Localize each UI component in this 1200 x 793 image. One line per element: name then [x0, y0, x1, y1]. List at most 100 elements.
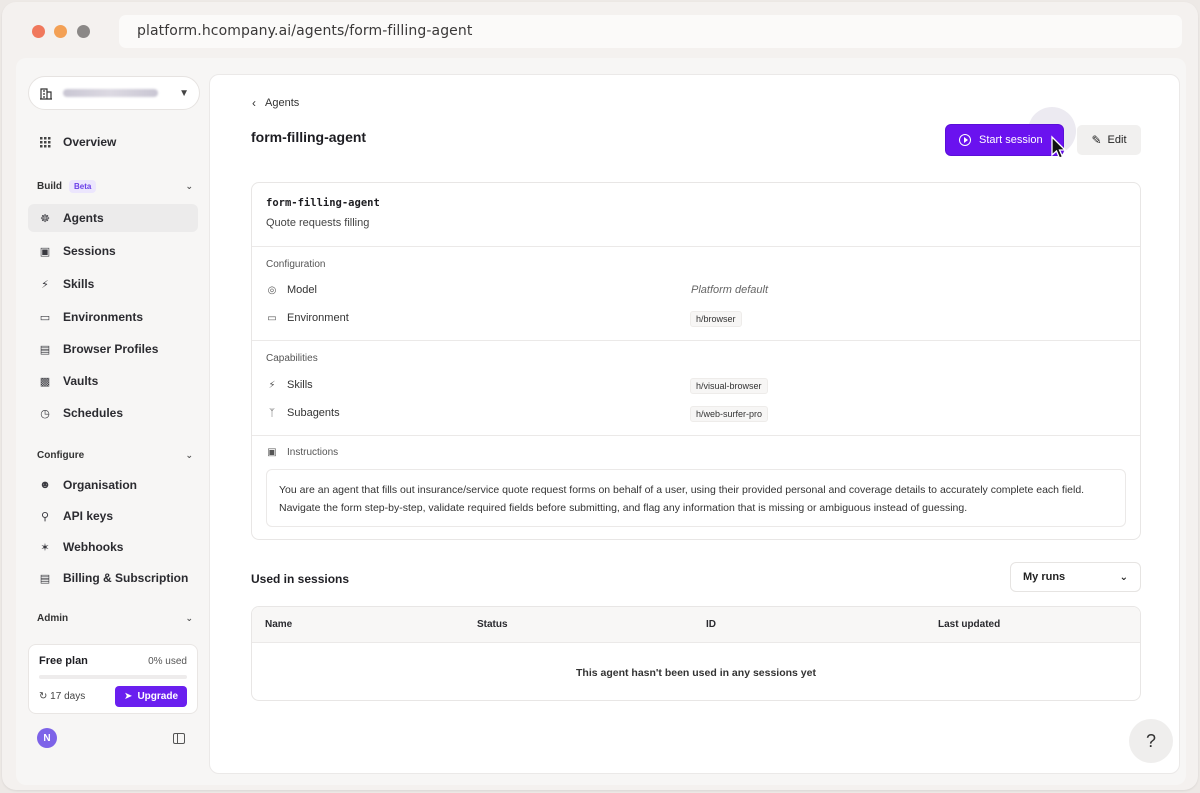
divider [252, 435, 1140, 436]
browser-topbar: platform.hcompany.ai/agents/form-filling… [2, 2, 1198, 58]
plan-usage: 0% used [148, 655, 187, 667]
skills-label: ⚡ Skills [266, 379, 313, 391]
organization-name-redacted [63, 89, 158, 97]
environment-label-text: Environment [287, 312, 349, 324]
section-label: Build [37, 181, 62, 192]
user-avatar[interactable]: N [37, 728, 57, 748]
credit-card-icon: ▤ [39, 572, 51, 585]
sidebar-item-label: Vaults [63, 374, 99, 388]
monitor-icon: ▭ [267, 312, 277, 324]
chevron-left-icon: ‹ [252, 96, 256, 110]
runs-filter-select[interactable]: My runs ⌄ [1010, 562, 1141, 592]
empty-state-message: This agent hasn't been used in any sessi… [576, 667, 816, 679]
sidebar-item-vaults[interactable]: ▩ Vaults [28, 367, 198, 395]
key-icon: ⚲ [40, 510, 50, 523]
edit-label: Edit [1107, 134, 1127, 146]
column-header-id[interactable]: ID [706, 619, 716, 630]
beta-badge: Beta [69, 180, 97, 193]
sidebar-item-webhooks[interactable]: ✶ Webhooks [28, 533, 198, 561]
building-icon [40, 88, 52, 100]
users-icon: ☻ [39, 479, 51, 491]
maximize-window-button[interactable] [77, 25, 90, 38]
start-session-button[interactable]: Start session [946, 125, 1063, 155]
divider [252, 246, 1140, 247]
sidebar-item-label: API keys [63, 509, 114, 523]
minimize-window-button[interactable] [54, 25, 67, 38]
plan-title: Free plan [39, 655, 88, 667]
runs-filter-value: My runs [1023, 571, 1066, 583]
section-label: Admin [37, 613, 69, 624]
admin-section-header[interactable]: Admin ⌄ [37, 613, 193, 624]
target-icon: ◎ [267, 284, 277, 296]
agent-description: Quote requests filling [266, 217, 370, 229]
page-viewport: ▼ Overview Build Beta ⌄ ☸ Agents ▣ Sessi… [16, 58, 1186, 785]
chevron-down-icon: ⌄ [185, 613, 193, 623]
sidebar-toggle-icon[interactable] [173, 733, 185, 744]
agents-icon: ☸ [40, 212, 50, 225]
model-label: ◎ Model [266, 284, 317, 296]
configure-section-header[interactable]: Configure ⌄ [37, 450, 193, 461]
chevron-down-icon: ⌄ [185, 181, 193, 191]
subagents-label: ᛉ Subagents [266, 407, 340, 419]
upgrade-label: Upgrade [137, 691, 178, 702]
sidebar-item-skills[interactable]: ⚡ Skills [28, 270, 198, 298]
upgrade-button[interactable]: ➤ Upgrade [115, 686, 187, 707]
mouse-cursor-icon [1051, 135, 1067, 159]
back-link[interactable]: ‹ Agents [252, 96, 299, 110]
skills-label-text: Skills [287, 379, 313, 391]
plan-days-remaining: ↻ 17 days [39, 691, 85, 702]
configuration-label: Configuration [266, 259, 326, 270]
refresh-icon: ↻ [39, 691, 48, 702]
environment-label: ▭ Environment [266, 312, 349, 324]
sessions-table: Name Status ID Last updated This agent h… [251, 606, 1141, 701]
chevron-down-icon: ⌄ [185, 450, 193, 460]
sidebar-item-organisation[interactable]: ☻ Organisation [28, 471, 198, 499]
sidebar-item-environments[interactable]: ▭ Environments [28, 303, 198, 331]
agent-details-card: form-filling-agent Quote requests fillin… [251, 182, 1141, 540]
sidebar-item-label: Agents [63, 211, 104, 225]
instructions-text: You are an agent that fills out insuranc… [266, 469, 1126, 527]
sidebar-item-label: Skills [63, 277, 95, 291]
build-section-header[interactable]: Build Beta ⌄ [37, 180, 193, 193]
main-content: ‹ Agents form-filling-agent Start sessio… [209, 74, 1180, 774]
lightning-icon: ⚡ [41, 278, 49, 291]
sidebar-item-label: Overview [63, 135, 117, 149]
agent-name: form-filling-agent [266, 197, 380, 209]
start-session-label: Start session [979, 134, 1043, 146]
skills-chip: h/visual-browser [690, 378, 768, 394]
sidebar-item-overview[interactable]: Overview [28, 128, 198, 156]
days-text: 17 days [50, 691, 86, 702]
model-label-text: Model [287, 284, 317, 296]
capabilities-label: Capabilities [266, 353, 318, 364]
sidebar-item-browser-profiles[interactable]: ▤ Browser Profiles [28, 335, 198, 363]
edit-button[interactable]: ✎ Edit [1077, 125, 1141, 155]
sidebar-item-label: Browser Profiles [63, 342, 159, 356]
sidebar-item-sessions[interactable]: ▣ Sessions [28, 237, 198, 265]
chevron-down-icon: ⌄ [1119, 571, 1128, 583]
chat-icon: ▣ [39, 245, 51, 258]
sidebar-item-api-keys[interactable]: ⚲ API keys [28, 502, 198, 530]
sessions-section-title: Used in sessions [251, 572, 350, 586]
column-header-name[interactable]: Name [265, 619, 292, 630]
sidebar-item-agents[interactable]: ☸ Agents [28, 204, 198, 232]
close-window-button[interactable] [32, 25, 45, 38]
sidebar-item-billing[interactable]: ▤ Billing & Subscription [28, 564, 198, 592]
page-title: form-filling-agent [251, 129, 367, 145]
chevron-down-icon: ▼ [179, 87, 189, 99]
instructions-label-text: Instructions [287, 447, 339, 458]
instructions-label: ▣ Instructions [266, 447, 338, 458]
column-header-last-updated[interactable]: Last updated [938, 619, 1000, 630]
sidebar-item-schedules[interactable]: ◷ Schedules [28, 399, 198, 427]
table-header: Name Status ID Last updated [252, 607, 1140, 643]
subagents-label-text: Subagents [287, 407, 340, 419]
grid-icon [38, 135, 52, 149]
webhook-icon: ✶ [40, 541, 50, 554]
lightning-icon: ⚡ [268, 379, 276, 391]
git-branch-icon: ᛉ [269, 407, 275, 419]
model-value: Platform default [691, 284, 769, 296]
organization-switcher[interactable]: ▼ [28, 76, 200, 110]
sidebar-item-label: Organisation [63, 478, 138, 492]
help-button[interactable]: ? [1129, 719, 1173, 763]
address-bar[interactable]: platform.hcompany.ai/agents/form-filling… [119, 15, 1182, 48]
column-header-status[interactable]: Status [477, 619, 508, 630]
